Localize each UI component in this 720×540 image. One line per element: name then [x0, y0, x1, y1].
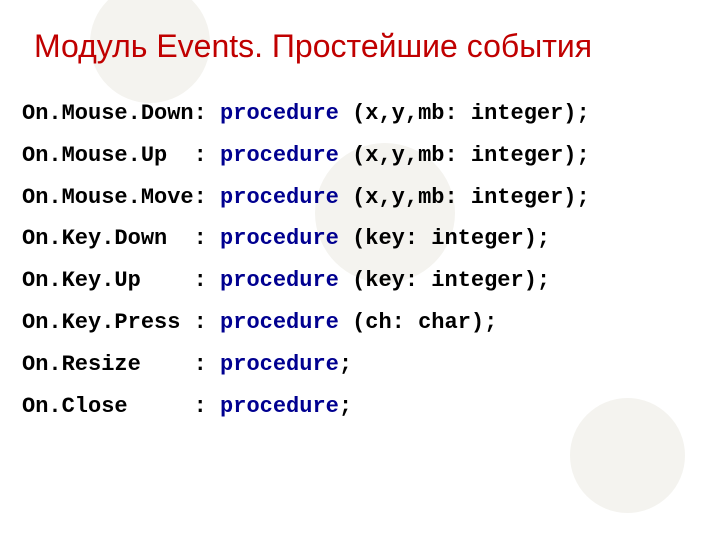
keyword-procedure: procedure: [220, 185, 339, 210]
code-block: On.Mouse.Down: procedure (x,y,mb: intege…: [22, 93, 720, 427]
event-name: On.Mouse.Down:: [22, 101, 220, 126]
event-name: On.Resize :: [22, 352, 220, 377]
keyword-procedure: procedure: [220, 101, 339, 126]
param-list: (x,y,mb: integer);: [339, 143, 590, 168]
code-line: On.Resize : procedure;: [22, 352, 352, 377]
keyword-procedure: procedure: [220, 310, 339, 335]
event-name: On.Close :: [22, 394, 220, 419]
keyword-procedure: procedure: [220, 268, 339, 293]
param-list: (key: integer);: [339, 268, 550, 293]
param-list: (x,y,mb: integer);: [339, 185, 590, 210]
event-name: On.Mouse.Up :: [22, 143, 220, 168]
keyword-procedure: procedure: [220, 226, 339, 251]
code-line: On.Key.Up : procedure (key: integer);: [22, 268, 550, 293]
keyword-procedure: procedure: [220, 394, 339, 419]
param-list: (key: integer);: [339, 226, 550, 251]
keyword-procedure: procedure: [220, 352, 339, 377]
param-list: ;: [339, 352, 352, 377]
code-line: On.Close : procedure;: [22, 394, 352, 419]
event-name: On.Mouse.Move:: [22, 185, 220, 210]
slide-title: Модуль Events. Простейшие события: [34, 28, 720, 65]
code-line: On.Mouse.Up : procedure (x,y,mb: integer…: [22, 143, 590, 168]
event-name: On.Key.Press :: [22, 310, 220, 335]
event-name: On.Key.Down :: [22, 226, 220, 251]
event-name: On.Key.Up :: [22, 268, 220, 293]
param-list: (ch: char);: [339, 310, 497, 335]
param-list: (x,y,mb: integer);: [339, 101, 590, 126]
keyword-procedure: procedure: [220, 143, 339, 168]
code-line: On.Mouse.Down: procedure (x,y,mb: intege…: [22, 101, 590, 126]
code-line: On.Key.Press : procedure (ch: char);: [22, 310, 497, 335]
code-line: On.Mouse.Move: procedure (x,y,mb: intege…: [22, 185, 590, 210]
code-line: On.Key.Down : procedure (key: integer);: [22, 226, 550, 251]
param-list: ;: [339, 394, 352, 419]
